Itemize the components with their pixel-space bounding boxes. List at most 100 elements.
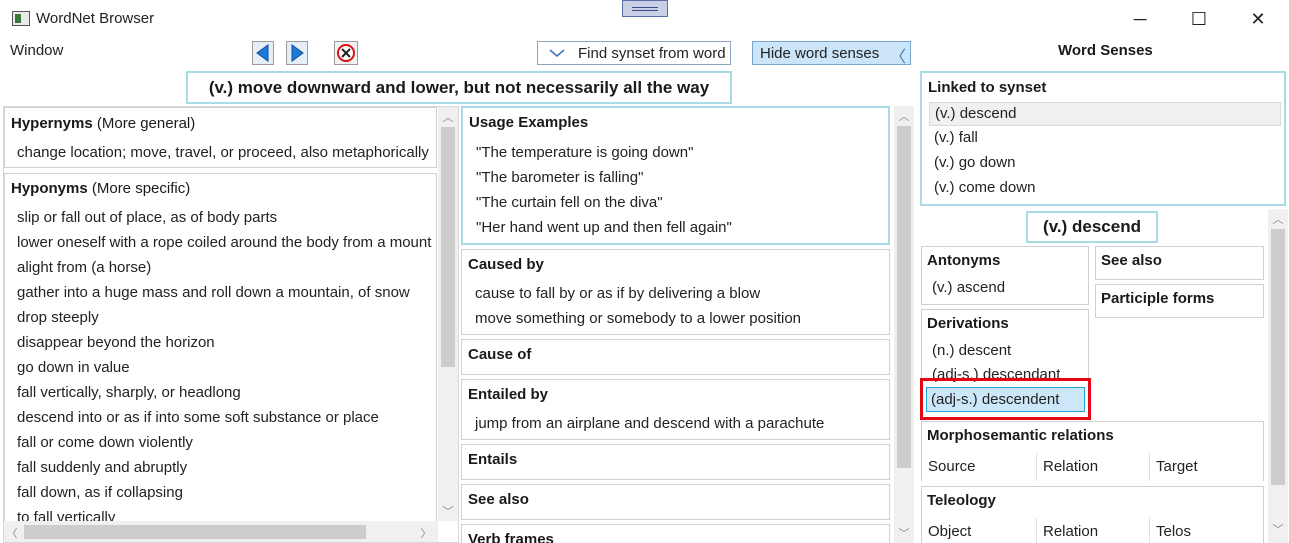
usage-example-item: "Her hand went up and then fell again" bbox=[476, 219, 732, 236]
hypernyms-title: Hypernyms bbox=[11, 115, 93, 132]
hyponym-item[interactable]: fall suddenly and abruptly bbox=[17, 459, 187, 476]
scrollbar-thumb[interactable] bbox=[441, 127, 455, 367]
hide-word-senses-label: Hide word senses bbox=[760, 45, 880, 62]
verb-frames-section: Verb frames bbox=[461, 524, 890, 543]
relations-panel-middle: Usage Examples "The temperature is going… bbox=[460, 106, 916, 543]
linked-sense-item[interactable]: (v.) descend bbox=[929, 102, 1281, 126]
antonyms-title: Antonyms bbox=[927, 252, 1001, 269]
hide-word-senses-button[interactable]: Hide word senses 〈 bbox=[752, 41, 911, 66]
left-vertical-scrollbar[interactable]: ︿ ﹀ bbox=[438, 107, 458, 521]
hyponym-item[interactable]: lower oneself with a rope coiled around … bbox=[17, 234, 431, 251]
hyponym-item[interactable]: fall or come down violently bbox=[17, 434, 193, 451]
forward-button[interactable] bbox=[286, 41, 308, 65]
left-horizontal-scrollbar[interactable]: 〈 〉 bbox=[4, 521, 438, 542]
derivations-title: Derivations bbox=[927, 315, 1009, 332]
hyponym-item[interactable]: fall vertically, sharply, or headlong bbox=[17, 384, 241, 401]
scroll-up-arrow-icon[interactable]: ︿ bbox=[440, 109, 456, 125]
hypernyms-section: Hypernyms (More general) change location… bbox=[4, 107, 437, 168]
participle-forms-section: Participle forms bbox=[1095, 284, 1264, 318]
column-header-relation[interactable]: Relation bbox=[1037, 453, 1150, 481]
see-also-senses-title: See also bbox=[1101, 252, 1162, 269]
stop-icon bbox=[337, 44, 355, 62]
entailed-by-title: Entailed by bbox=[468, 386, 549, 403]
participle-forms-title: Participle forms bbox=[1101, 290, 1215, 307]
scroll-right-arrow-icon[interactable]: 〉 bbox=[418, 525, 434, 541]
middle-vertical-scrollbar[interactable]: ︿ ﹀ bbox=[894, 106, 914, 543]
entailed-by-item[interactable]: jump from an airplane and descend with a… bbox=[475, 415, 824, 432]
maximize-button[interactable]: ☐ bbox=[1184, 8, 1214, 32]
scroll-up-arrow-icon[interactable]: ︿ bbox=[896, 108, 912, 124]
chevron-down-icon bbox=[549, 49, 565, 58]
cause-of-title: Cause of bbox=[468, 346, 532, 363]
scroll-down-arrow-icon[interactable]: ﹀ bbox=[1270, 521, 1286, 537]
hyponym-item[interactable]: go down in value bbox=[17, 359, 130, 376]
hyponym-item[interactable]: alight from (a horse) bbox=[17, 259, 151, 276]
drag-handle[interactable] bbox=[622, 0, 668, 17]
synset-title: (v.) move downward and lower, but not ne… bbox=[186, 71, 732, 104]
hyponyms-title: Hyponyms bbox=[11, 180, 88, 197]
back-button[interactable] bbox=[252, 41, 274, 65]
hyponym-item[interactable]: fall down, as if collapsing bbox=[17, 484, 183, 501]
stop-button[interactable] bbox=[334, 41, 358, 65]
senses-vertical-scrollbar[interactable]: ︿ ﹀ bbox=[1268, 209, 1288, 543]
column-header-object[interactable]: Object bbox=[922, 518, 1037, 543]
synset-title-text: (v.) move downward and lower, but not ne… bbox=[208, 78, 710, 97]
relations-panel-left: Hypernyms (More general) change location… bbox=[3, 106, 459, 543]
caused-by-item[interactable]: move something or somebody to a lower po… bbox=[475, 310, 801, 327]
column-header-telos[interactable]: Telos bbox=[1150, 518, 1263, 543]
linked-sense-item[interactable]: (v.) fall bbox=[929, 127, 1281, 151]
usage-example-item: "The temperature is going down" bbox=[476, 144, 694, 161]
scrollbar-thumb[interactable] bbox=[24, 525, 366, 539]
usage-example-item: "The curtain fell on the diva" bbox=[476, 194, 663, 211]
hypernym-item[interactable]: change location; move, travel, or procee… bbox=[17, 144, 429, 161]
cause-of-section: Cause of bbox=[461, 339, 890, 375]
see-also-senses-section: See also bbox=[1095, 246, 1264, 280]
caused-by-title: Caused by bbox=[468, 256, 544, 273]
menu-window[interactable]: Window bbox=[10, 42, 63, 59]
scroll-down-arrow-icon[interactable]: ﹀ bbox=[896, 525, 912, 541]
derivation-item[interactable]: (n.) descent bbox=[932, 342, 1011, 359]
find-synset-label: Find synset from word bbox=[578, 45, 726, 62]
hypernyms-subtitle: (More general) bbox=[96, 115, 196, 132]
column-header-source[interactable]: Source bbox=[922, 453, 1037, 481]
teleology-section: Teleology Object Relation Telos bbox=[921, 486, 1264, 543]
scroll-up-arrow-icon[interactable]: ︿ bbox=[1270, 211, 1286, 227]
scrollbar-thumb[interactable] bbox=[897, 126, 911, 468]
hyponym-item[interactable]: gather into a huge mass and roll down a … bbox=[17, 284, 410, 301]
selection-highlight-box bbox=[920, 378, 1091, 420]
hyponym-item[interactable]: disappear beyond the horizon bbox=[17, 334, 215, 351]
linked-to-synset-section: Linked to synset (v.) descend (v.) fall … bbox=[920, 71, 1286, 206]
hyponym-item[interactable]: drop steeply bbox=[17, 309, 99, 326]
close-button[interactable]: ✕ bbox=[1243, 8, 1273, 32]
see-also-title: See also bbox=[468, 491, 529, 508]
usage-examples-title: Usage Examples bbox=[469, 114, 589, 131]
find-synset-button[interactable]: Find synset from word bbox=[537, 41, 731, 65]
entails-title: Entails bbox=[468, 451, 518, 468]
verb-frames-title: Verb frames bbox=[468, 531, 554, 543]
teleology-title: Teleology bbox=[927, 492, 996, 509]
see-also-section: See also bbox=[461, 484, 890, 520]
morphosemantic-header-row: Source Relation Target bbox=[922, 453, 1263, 481]
chevron-left-icon: 〈 bbox=[890, 49, 907, 66]
linked-sense-item[interactable]: (v.) come down bbox=[929, 177, 1281, 201]
arrow-left-icon bbox=[256, 44, 269, 62]
column-header-target[interactable]: Target bbox=[1150, 453, 1263, 481]
scroll-down-arrow-icon[interactable]: ﹀ bbox=[440, 503, 456, 519]
entailed-by-section: Entailed by jump from an airplane and de… bbox=[461, 379, 890, 440]
selected-sense-title-text: (v.) descend bbox=[1043, 217, 1141, 236]
hyponym-item[interactable]: slip or fall out of place, as of body pa… bbox=[17, 209, 277, 226]
selected-sense-title: (v.) descend bbox=[1026, 211, 1158, 243]
hyponyms-subtitle: (More specific) bbox=[91, 180, 191, 197]
hyponym-item[interactable]: descend into or as if into some soft sub… bbox=[17, 409, 379, 426]
caused-by-item[interactable]: cause to fall by or as if by delivering … bbox=[475, 285, 760, 302]
antonym-item[interactable]: (v.) ascend bbox=[932, 279, 1005, 296]
column-header-relation[interactable]: Relation bbox=[1037, 518, 1150, 543]
usage-example-item: "The barometer is falling" bbox=[476, 169, 644, 186]
linked-to-synset-title: Linked to synset bbox=[928, 79, 1047, 96]
scrollbar-thumb[interactable] bbox=[1271, 229, 1285, 485]
minimize-button[interactable]: ─ bbox=[1125, 8, 1155, 32]
window-title: WordNet Browser bbox=[36, 10, 155, 27]
caused-by-section: Caused by cause to fall by or as if by d… bbox=[461, 249, 890, 335]
scroll-left-arrow-icon[interactable]: 〈 bbox=[4, 525, 20, 541]
linked-sense-item[interactable]: (v.) go down bbox=[929, 152, 1281, 176]
